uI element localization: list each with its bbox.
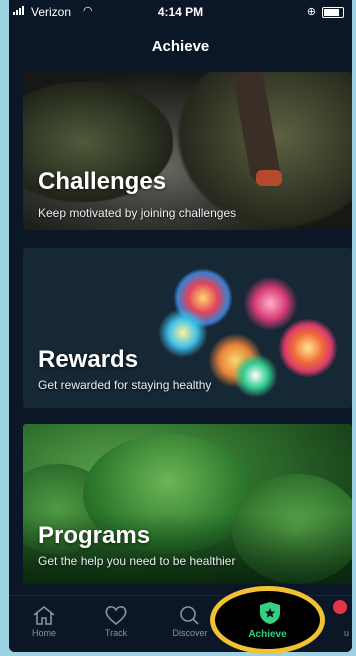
home-icon	[33, 605, 55, 625]
tab-home[interactable]: Home	[13, 600, 75, 638]
search-icon	[180, 606, 199, 625]
rewards-card[interactable]: Rewards Get rewarded for staying healthy	[23, 248, 352, 408]
card-subtitle: Get the help you need to be healthier	[38, 554, 236, 568]
tab-label: Achieve	[248, 629, 287, 640]
heart-icon	[105, 606, 127, 626]
orientation-lock-icon: ⊕	[306, 6, 316, 18]
status-time: 4:14 PM	[157, 5, 204, 19]
card-subtitle: Get rewarded for staying healthy	[38, 378, 212, 392]
status-bar: Verizon ◠ 4:14 PM ⊕	[9, 0, 352, 24]
tab-track[interactable]: Track	[85, 600, 147, 638]
battery-icon	[322, 7, 344, 18]
notification-badge	[333, 600, 347, 614]
card-title: Challenges	[38, 168, 167, 195]
programs-card[interactable]: Programs Get the help you need to be hea…	[23, 424, 352, 584]
card-subtitle: Keep motivated by joining challenges	[38, 206, 237, 220]
shield-star-icon	[260, 602, 280, 624]
card-title: Rewards	[38, 346, 139, 373]
app-screen: Verizon ◠ 4:14 PM ⊕ Achieve Challenges K…	[9, 0, 352, 652]
card-title: Programs	[38, 522, 151, 549]
page-title: Achieve	[151, 38, 210, 55]
tab-achieve[interactable]: Achieve	[210, 586, 325, 654]
tab-label: Track	[104, 628, 128, 638]
challenges-card[interactable]: Challenges Keep motivated by joining cha…	[23, 72, 352, 230]
tab-label: Home	[31, 628, 56, 638]
